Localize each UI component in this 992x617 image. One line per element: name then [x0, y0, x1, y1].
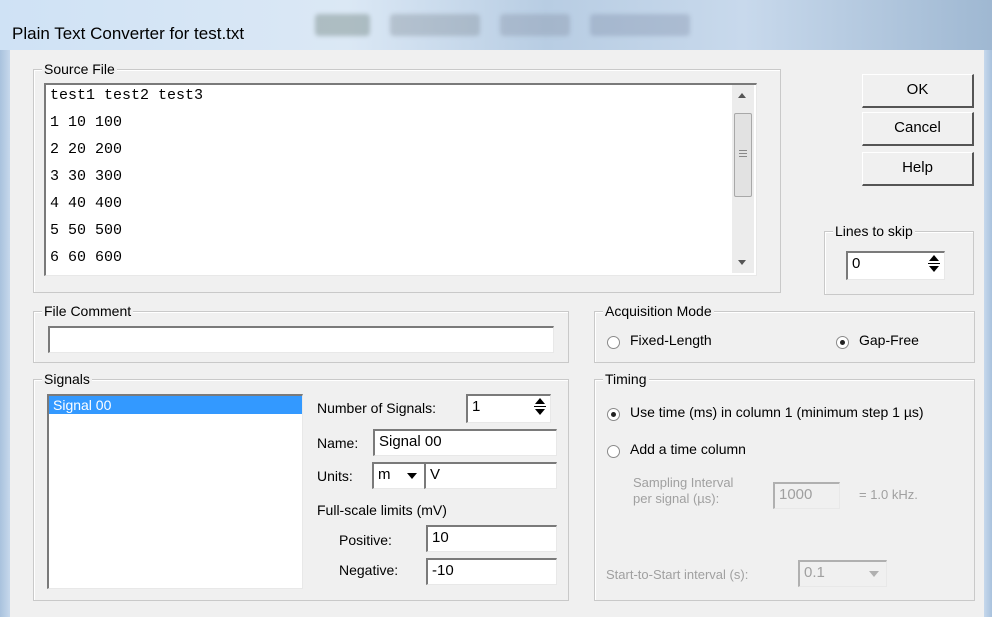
help-button[interactable]: Help [862, 152, 974, 186]
source-line: 6 60 600 [50, 249, 123, 266]
chevron-down-icon[interactable] [869, 571, 879, 577]
lines-to-skip-spinner[interactable] [926, 253, 942, 279]
units-input[interactable]: V [424, 462, 557, 489]
signal-name-input[interactable]: Signal 00 [373, 429, 557, 456]
sampling-interval-sublabel: per signal (µs): [633, 491, 720, 506]
sampling-interval-input[interactable]: 1000 [773, 482, 840, 509]
positive-label: Positive: [339, 532, 392, 548]
signals-legend: Signals [42, 371, 92, 387]
fixed-length-radio[interactable] [607, 336, 620, 349]
add-time-column-label[interactable]: Add a time column [630, 441, 746, 457]
spin-up-icon[interactable] [929, 255, 939, 261]
negative-limit-value: -10 [432, 562, 454, 579]
number-of-signals-label: Number of Signals: [317, 400, 437, 416]
units-prefix-select[interactable]: m [372, 462, 425, 489]
signals-list[interactable]: Signal 00 [47, 394, 303, 589]
negative-limit-input[interactable]: -10 [426, 558, 557, 585]
gap-free-radio[interactable] [836, 336, 849, 349]
sampling-interval-label: Sampling Interval [633, 475, 734, 490]
spin-down-icon[interactable] [929, 266, 939, 272]
scroll-thumb[interactable] [734, 113, 752, 197]
negative-label: Negative: [339, 562, 399, 578]
scroll-grip-icon [739, 150, 747, 151]
positive-limit-value: 10 [432, 529, 449, 546]
title-bar-background-blur [390, 14, 480, 36]
source-line: 5 50 500 [50, 222, 123, 239]
title-bar[interactable]: Plain Text Converter for test.txt [0, 0, 992, 50]
start-to-start-label: Start-to-Start interval (s): [606, 567, 749, 582]
start-to-start-select[interactable]: 0.1 [798, 560, 887, 587]
signal-list-item[interactable]: Signal 00 [49, 396, 302, 414]
cancel-button[interactable]: Cancel [862, 112, 974, 146]
title-bar-background-blur [590, 14, 690, 36]
signal-name-label: Name: [317, 435, 359, 451]
number-of-signals-input[interactable]: 1 [466, 394, 551, 423]
window-frame-left [0, 50, 10, 617]
add-time-column-radio[interactable] [607, 445, 620, 458]
dialog-window: Plain Text Converter for test.txt Source… [0, 0, 992, 617]
use-time-column-label[interactable]: Use time (ms) in column 1 (minimum step … [630, 404, 924, 420]
sampling-frequency-text: = 1.0 kHz. [859, 487, 918, 502]
source-line: 2 20 200 [50, 141, 123, 158]
ok-button[interactable]: OK [862, 74, 974, 108]
number-of-signals-spinner[interactable] [532, 396, 548, 422]
source-vertical-scrollbar[interactable] [732, 85, 754, 273]
lines-to-skip-legend: Lines to skip [833, 223, 915, 239]
scroll-up-arrow-icon[interactable] [738, 93, 746, 98]
units-value: V [430, 466, 441, 483]
title-bar-background-blur [500, 14, 570, 36]
acquisition-mode-legend: Acquisition Mode [603, 303, 714, 319]
signal-list-item-label: Signal 00 [53, 397, 112, 413]
sampling-interval-value: 1000 [779, 486, 813, 503]
spinner-divider [534, 406, 546, 407]
source-line: test1 test2 test3 [50, 87, 204, 104]
fixed-length-label[interactable]: Fixed-Length [630, 332, 712, 348]
window-frame-right [984, 50, 992, 617]
lines-to-skip-input[interactable]: 0 [846, 251, 945, 280]
units-label: Units: [317, 468, 353, 484]
source-line: 4 40 400 [50, 195, 123, 212]
timing-legend: Timing [603, 371, 649, 387]
spinner-divider [928, 263, 940, 264]
number-of-signals-value: 1 [472, 398, 481, 415]
gap-free-label[interactable]: Gap-Free [859, 332, 919, 348]
signals-group: Signals Signal 00 Number of Signals: 1 N… [33, 371, 569, 601]
dialog-client-area: Source File test1 test2 test3 1 10 100 2… [10, 50, 984, 617]
signal-name-value: Signal 00 [379, 433, 442, 450]
window-title: Plain Text Converter for test.txt [12, 24, 245, 43]
spin-up-icon[interactable] [535, 398, 545, 404]
source-file-legend: Source File [42, 61, 117, 77]
start-to-start-value: 0.1 [804, 564, 825, 581]
scroll-down-arrow-icon[interactable] [738, 260, 746, 265]
chevron-down-icon[interactable] [407, 473, 417, 479]
acquisition-mode-group: Acquisition Mode Fixed-Length Gap-Free [594, 303, 975, 363]
full-scale-limits-label: Full-scale limits (mV) [317, 502, 447, 518]
file-comment-group: File Comment [33, 303, 569, 363]
lines-to-skip-value: 0 [852, 255, 861, 272]
file-comment-legend: File Comment [42, 303, 134, 319]
file-comment-input[interactable] [48, 326, 554, 353]
spin-down-icon[interactable] [535, 409, 545, 415]
source-file-preview[interactable]: test1 test2 test3 1 10 100 2 20 200 3 30… [44, 83, 757, 276]
lines-to-skip-group: Lines to skip 0 [824, 223, 974, 295]
source-line: 1 10 100 [50, 114, 123, 131]
units-prefix-value: m [378, 466, 391, 483]
timing-group: Timing Use time (ms) in column 1 (minimu… [594, 371, 975, 601]
positive-limit-input[interactable]: 10 [426, 525, 557, 552]
source-file-group: Source File test1 test2 test3 1 10 100 2… [33, 61, 781, 293]
use-time-column-radio[interactable] [607, 408, 620, 421]
source-line: 3 30 300 [50, 168, 123, 185]
title-bar-background-blur [315, 14, 370, 36]
